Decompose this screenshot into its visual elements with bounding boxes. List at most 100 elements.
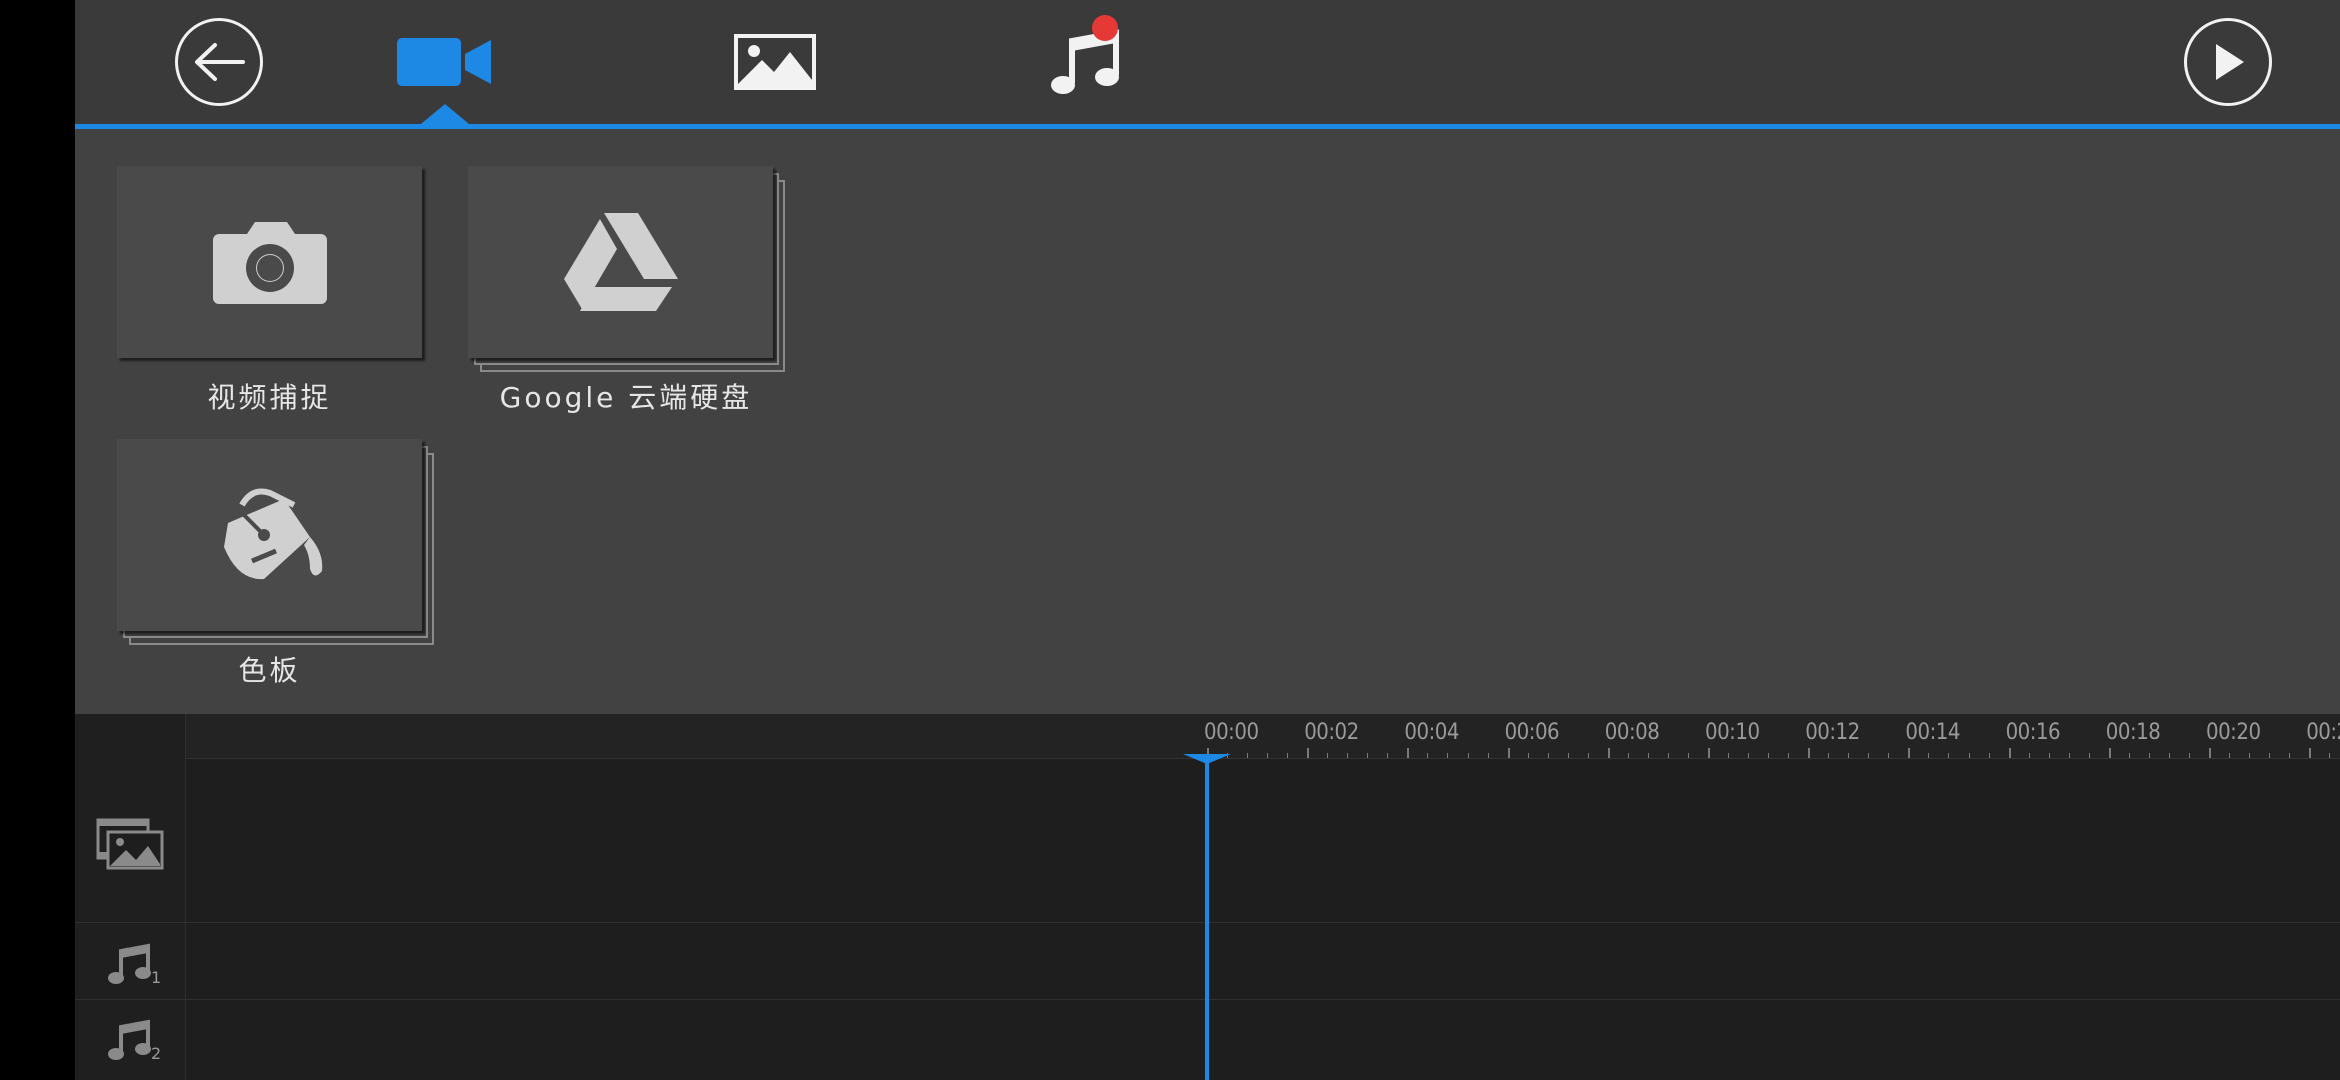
google-drive-icon xyxy=(563,213,678,311)
ruler-minor-tick xyxy=(1968,753,1970,758)
ruler-minor-tick xyxy=(1948,753,1950,758)
camera-icon xyxy=(212,222,327,304)
timeline[interactable]: 00:00 00:02 00:04 00:06 00:08 00:10 00:12 00:14… xyxy=(75,714,2340,1080)
ruler-time-label: 00:02 xyxy=(1304,720,1359,745)
ruler-minor-tick xyxy=(1667,753,1669,758)
ruler-minor-tick xyxy=(1627,753,1629,758)
video-capture-thumb xyxy=(117,166,422,358)
ruler-major-tick xyxy=(2209,748,2211,758)
ruler-minor-tick xyxy=(2289,753,2291,758)
video-image-track-icon xyxy=(96,818,164,870)
ruler-minor-tick xyxy=(1347,753,1349,758)
google-drive-label: Google 云端硬盘 xyxy=(499,381,753,414)
ruler-major-tick xyxy=(2008,748,2011,758)
ruler-minor-tick xyxy=(1567,753,1569,758)
ruler-minor-tick xyxy=(1868,753,1870,758)
playhead[interactable] xyxy=(1205,758,1209,1080)
ruler-minor-tick xyxy=(1527,753,1529,758)
ruler-minor-tick xyxy=(2329,753,2331,758)
ruler-minor-tick xyxy=(1768,753,1770,758)
ruler-time-label: 00:08 xyxy=(1604,720,1660,745)
audio-track-2-header[interactable]: 2 xyxy=(75,1010,185,1070)
ruler-major-tick xyxy=(1908,748,1911,758)
ruler-minor-tick xyxy=(2028,753,2030,758)
audio-track-2-number: 2 xyxy=(151,1044,162,1063)
video-camera-icon xyxy=(397,38,491,86)
top-toolbar xyxy=(75,0,2340,124)
google-drive-thumb xyxy=(468,166,773,358)
active-tab-indicator xyxy=(421,104,469,124)
media-source-panel: 视频捕捉 Google 云端硬盘 色板 xyxy=(75,129,2340,714)
ruler-major-tick xyxy=(1607,748,1610,758)
ruler-minor-tick xyxy=(1327,753,1329,758)
ruler-time-label: 00:10 xyxy=(1705,720,1760,745)
tab-photo[interactable] xyxy=(705,0,845,124)
ruler-minor-tick xyxy=(2188,753,2190,758)
ruler-minor-tick xyxy=(1247,753,1249,758)
back-button[interactable] xyxy=(175,18,263,106)
ruler-minor-tick xyxy=(1828,753,1830,758)
ruler-minor-tick xyxy=(1848,753,1850,758)
ruler-time-label: 00:18 xyxy=(2105,720,2161,745)
ruler-minor-tick xyxy=(1888,753,1890,758)
image-icon xyxy=(734,34,816,90)
color-board-thumb xyxy=(117,439,422,631)
arrow-left-icon xyxy=(195,43,245,81)
video-capture-label: 视频捕捉 xyxy=(207,381,332,414)
color-board-tile[interactable]: 色板 xyxy=(117,439,447,689)
music-note-icon xyxy=(108,943,151,984)
ruler-minor-tick xyxy=(1748,753,1750,758)
google-drive-tile[interactable]: Google 云端硬盘 xyxy=(468,166,798,416)
ruler-minor-tick xyxy=(2269,753,2271,758)
ruler-time-label: 00:20 xyxy=(2206,720,2261,745)
ruler-minor-tick xyxy=(2148,753,2150,758)
ruler-minor-tick xyxy=(2229,753,2231,758)
play-button[interactable] xyxy=(2184,18,2272,106)
ruler-minor-tick xyxy=(1788,753,1790,758)
audio-track-1-header[interactable]: 1 xyxy=(75,934,185,994)
ruler-major-tick xyxy=(1808,748,1811,758)
ruler-minor-tick xyxy=(2128,753,2130,758)
ruler-minor-tick xyxy=(1427,753,1429,758)
ruler-minor-tick xyxy=(1647,753,1649,758)
ruler-minor-tick xyxy=(2088,753,2090,758)
ruler-time-label: 00:04 xyxy=(1404,720,1459,745)
ruler-minor-tick xyxy=(1928,753,1930,758)
ruler-minor-tick xyxy=(1487,753,1489,758)
video-capture-tile[interactable]: 视频捕捉 xyxy=(117,166,422,416)
ruler-minor-tick xyxy=(1687,753,1689,758)
ruler-minor-tick xyxy=(1267,753,1269,758)
ruler-minor-tick xyxy=(2168,753,2170,758)
ruler-minor-tick xyxy=(1287,753,1289,758)
audio-track-1-number: 1 xyxy=(151,968,162,987)
ruler-minor-tick xyxy=(1587,753,1589,758)
ruler-minor-tick xyxy=(1447,753,1449,758)
paint-bucket-icon xyxy=(223,488,322,580)
ruler-time-label: 00:22 xyxy=(2306,720,2340,745)
color-board-label: 色板 xyxy=(238,654,301,687)
ruler-time-label: 00:06 xyxy=(1504,720,1560,745)
play-icon xyxy=(2216,44,2244,80)
ruler-time-label: 00:14 xyxy=(1905,720,1960,745)
ruler-major-tick xyxy=(1307,748,1310,758)
ruler-time-label: 00:16 xyxy=(2005,720,2061,745)
tab-music[interactable] xyxy=(1015,0,1155,124)
ruler-major-tick xyxy=(1407,748,1410,758)
ruler-minor-tick xyxy=(1728,753,1730,758)
ruler-major-tick xyxy=(1507,748,1510,758)
notification-badge xyxy=(1092,15,1118,41)
ruler-minor-tick xyxy=(1387,753,1389,758)
ruler-time-label: 00:00 xyxy=(1204,720,1259,745)
ruler-minor-tick xyxy=(2048,753,2050,758)
ruler-major-tick xyxy=(2108,748,2111,758)
ruler-major-tick xyxy=(1708,748,1710,758)
time-ruler[interactable]: 00:00 00:02 00:04 00:06 00:08 00:10 00:12 00:14… xyxy=(75,714,2340,759)
ruler-minor-tick xyxy=(2249,753,2251,758)
ruler-minor-tick xyxy=(1467,753,1469,758)
music-note-icon xyxy=(108,1019,151,1060)
ruler-minor-tick xyxy=(1547,753,1549,758)
video-editor-app: 视频捕捉 Google 云端硬盘 色板 00:00 00:02 00:04 00… xyxy=(75,0,2340,1080)
video-track-header[interactable] xyxy=(75,804,185,884)
ruler-time-label: 00:12 xyxy=(1805,720,1860,745)
ruler-minor-tick xyxy=(1988,753,1990,758)
